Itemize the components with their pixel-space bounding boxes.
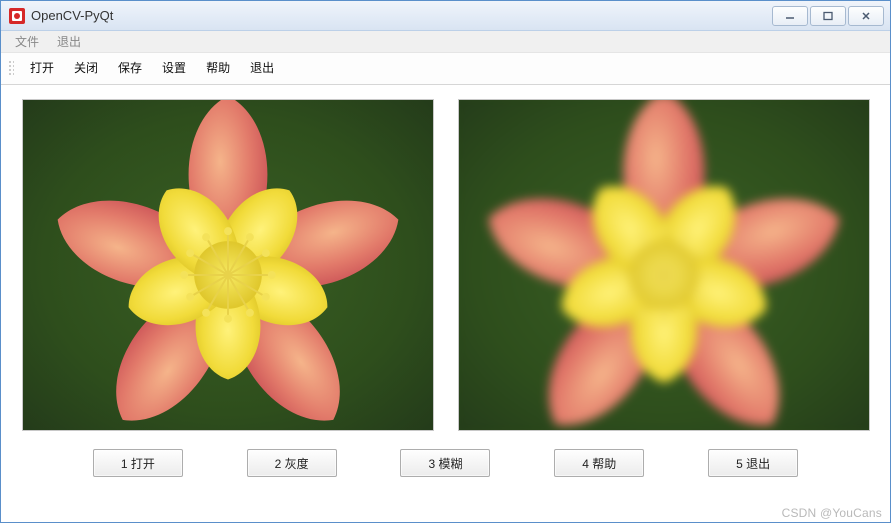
app-icon — [9, 8, 25, 24]
toolbar-open[interactable]: 打开 — [20, 56, 64, 79]
toolbar-help[interactable]: 帮助 — [196, 56, 240, 79]
toolbar-settings[interactable]: 设置 — [152, 56, 196, 79]
button-row: 1 打开 2 灰度 3 模糊 4 帮助 5 退出 — [1, 439, 890, 477]
blur-button[interactable]: 3 模糊 — [400, 449, 490, 477]
exit-button[interactable]: 5 退出 — [708, 449, 798, 477]
open-button[interactable]: 1 打开 — [93, 449, 183, 477]
title-bar: OpenCV-PyQt — [1, 1, 890, 31]
toolbar-close[interactable]: 关闭 — [64, 56, 108, 79]
image-area — [1, 85, 890, 439]
toolbar-exit[interactable]: 退出 — [240, 56, 284, 79]
processed-image-panel — [458, 99, 870, 431]
watermark: CSDN @YouCans — [782, 506, 882, 520]
toolbar: 打开 关闭 保存 设置 帮助 退出 — [1, 53, 890, 85]
flower-image-blurred — [458, 99, 870, 431]
original-image-panel — [22, 99, 434, 431]
grayscale-button[interactable]: 2 灰度 — [247, 449, 337, 477]
minimize-button[interactable] — [772, 6, 808, 26]
close-button[interactable] — [848, 6, 884, 26]
toolbar-save[interactable]: 保存 — [108, 56, 152, 79]
window-controls — [772, 6, 884, 26]
maximize-button[interactable] — [810, 6, 846, 26]
help-button[interactable]: 4 帮助 — [554, 449, 644, 477]
toolbar-grip-icon — [7, 59, 14, 77]
flower-image — [23, 100, 433, 430]
menu-exit[interactable]: 退出 — [49, 31, 89, 52]
window-title: OpenCV-PyQt — [31, 8, 113, 23]
menu-file[interactable]: 文件 — [7, 31, 47, 52]
menu-bar: 文件 退出 — [1, 31, 890, 53]
